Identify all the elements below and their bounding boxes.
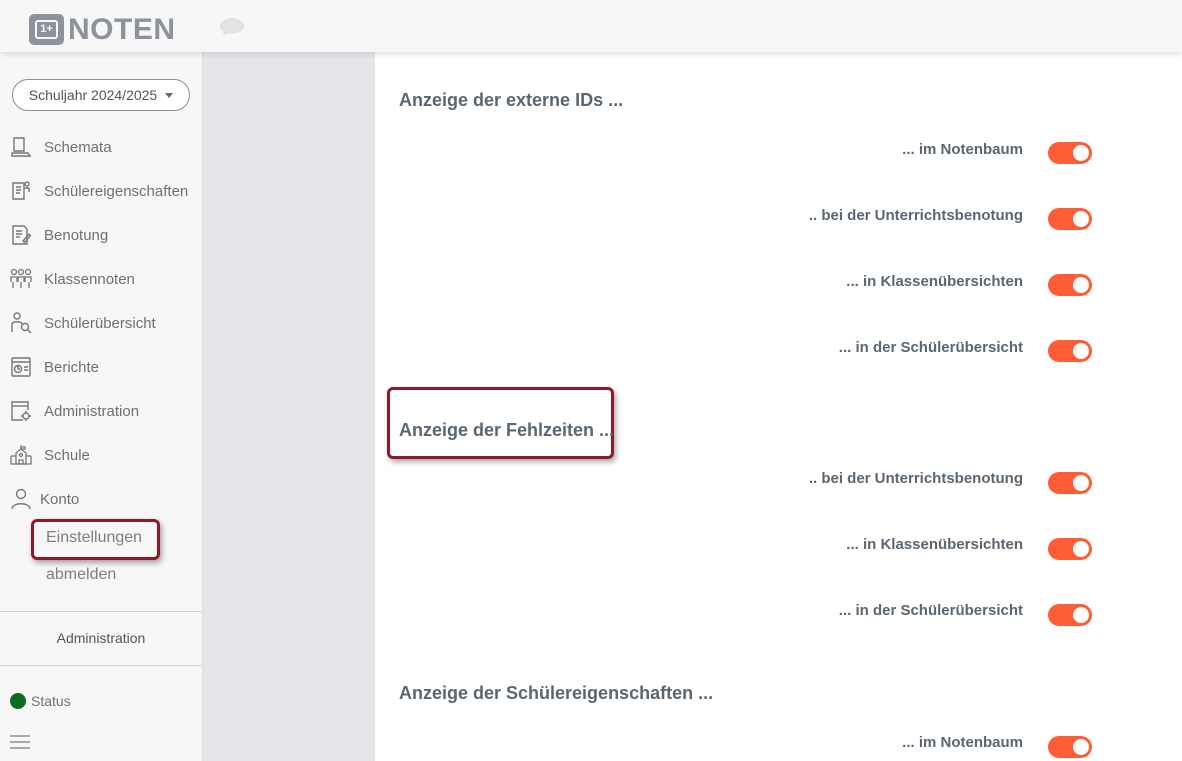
sidebar-item-konto[interactable]: Konto [9,484,79,514]
sidebar-item-benotung[interactable]: Benotung [9,220,108,250]
sidebar-item-schemata[interactable]: Schemata [9,132,112,162]
sidebar-item-label: Schülereigenschaften [44,182,189,200]
school-year-label: Schuljahr 2024/2025 [28,87,158,103]
sidebar-divider [0,665,202,666]
schemata-icon [11,137,32,157]
app-logo[interactable]: 1+ NOTEN [29,14,176,45]
settings-panel: Anzeige der externe IDs ... ... im Noten… [375,52,1182,761]
status-dot-icon [10,693,26,709]
account-icon [11,488,31,510]
toggle-switch[interactable] [1048,142,1092,164]
sidebar-item-schule[interactable]: Schule [9,440,90,470]
sidebar-divider [0,611,202,612]
toggle-switch[interactable] [1048,736,1092,758]
sidebar-item-label: Schule [44,446,90,464]
caret-down-icon [165,92,174,98]
option-label: ... in Klassenübersichten [846,273,1023,290]
administration-icon [11,401,31,421]
toggle-switch[interactable] [1048,208,1092,230]
top-bar: 1+ NOTEN [0,0,1182,52]
toggle-switch[interactable] [1048,604,1092,626]
school-year-dropdown[interactable]: Schuljahr 2024/2025 [12,79,190,111]
toggle-switch[interactable] [1048,538,1092,560]
toggle-switch[interactable] [1048,274,1092,296]
school-icon [10,445,32,465]
sidebar-item-label: Schemata [44,138,112,156]
logo-badge: 1+ [35,20,58,39]
section-title-student-properties: Anzeige der Schülereigenschaften ... [399,683,714,703]
option-label: ... in der Schülerübersicht [838,602,1023,619]
sidebar: Schuljahr 2024/2025 Schemata Schülereige… [0,52,203,761]
student-properties-icon [12,181,30,200]
section-title-absences: Anzeige der Fehlzeiten ... [399,420,615,440]
reports-icon [11,357,31,377]
option-label: ... im Notenbaum [902,141,1023,158]
logo-mark: 1+ [29,14,64,45]
sidebar-item-label: Berichte [44,358,100,376]
sidebar-item-label: Klassennoten [44,270,135,288]
status-label: Status [31,693,71,709]
sidebar-subitem-einstellungen[interactable]: Einstellungen [46,529,142,547]
sidebar-item-schueleruebersicht[interactable]: Schülerübersicht [9,308,156,338]
status-indicator[interactable]: Status [10,693,71,709]
grading-icon [12,225,32,245]
section-title-external-ids: Anzeige der externe IDs ... [399,90,624,110]
chat-icon[interactable] [219,16,245,38]
toggle-switch[interactable] [1048,340,1092,362]
sidebar-item-berichte[interactable]: Berichte [9,352,99,382]
sidebar-item-label: Schülerübersicht [44,314,156,332]
sidebar-item-schuelereigenschaften[interactable]: Schülereigenschaften [9,176,188,206]
option-label: .. bei der Unterrichtsbenotung [808,470,1023,487]
student-overview-icon [11,312,32,334]
sidebar-subitem-abmelden[interactable]: abmelden [46,566,116,584]
sidebar-item-label: Administration [44,402,140,420]
sidebar-footer-administration[interactable]: Administration [0,630,202,646]
class-grades-icon [10,268,32,288]
toggle-switch[interactable] [1048,472,1092,494]
option-label: ... in Klassenübersichten [846,536,1023,553]
option-label: ... im Notenbaum [902,734,1023,751]
option-label: .. bei der Unterrichtsbenotung [808,207,1023,224]
sidebar-item-label: Konto [40,490,80,508]
sidebar-item-administration[interactable]: Administration [9,396,139,426]
hamburger-menu-icon[interactable] [10,734,30,750]
sidebar-item-klassennoten[interactable]: Klassennoten [9,264,135,294]
logo-text: NOTEN [68,13,176,46]
option-label: ... in der Schülerübersicht [838,339,1023,356]
sidebar-item-label: Benotung [44,226,109,244]
